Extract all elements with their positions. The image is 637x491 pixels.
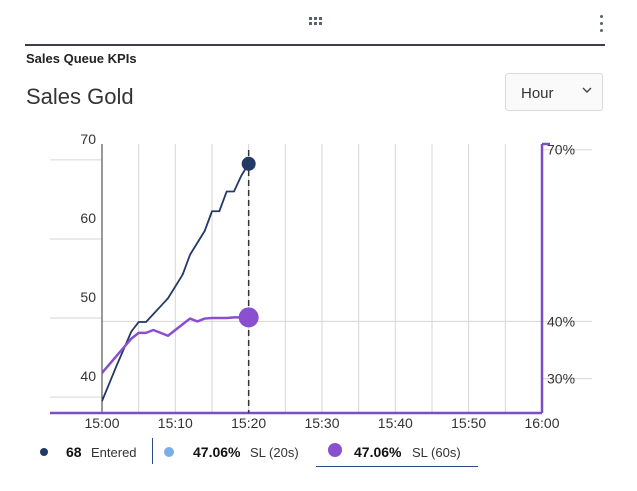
legend-dot <box>40 448 48 456</box>
header-divider <box>25 44 605 46</box>
legend-dot <box>164 447 174 457</box>
legend-divider <box>152 438 153 464</box>
widget-title: Sales Queue KPIs <box>26 51 137 66</box>
x-tick-label: 15:30 <box>304 415 339 431</box>
series-end-point-sl60 <box>238 307 259 328</box>
legend-label: SL (20s) <box>250 445 299 460</box>
y-right-tick-label: 70% <box>547 142 575 158</box>
series-end-point-entered <box>241 156 256 171</box>
y-left-tick-label: 60 <box>80 210 96 226</box>
y-left-tick-label: 70 <box>80 131 96 147</box>
legend-value: 68 <box>66 444 82 460</box>
y-right-tick-label: 30% <box>547 371 575 387</box>
legend-value: 47.06% <box>193 444 241 460</box>
drag-handle-icon[interactable] <box>309 17 322 26</box>
kpi-chart: 40 50 60 70 30% 40% 70% 15:00 15:10 15:20 15:30 15:… <box>0 130 637 440</box>
y-right-tick-label: 40% <box>547 313 575 329</box>
x-tick-label: 15:50 <box>451 415 486 431</box>
legend-item-entered[interactable]: 68 Entered <box>38 438 150 466</box>
widget-header <box>0 0 637 44</box>
queue-name: Sales Gold <box>26 84 134 109</box>
legend-label: SL (60s) <box>412 445 461 460</box>
chevron-down-icon <box>582 87 592 93</box>
chart-legend: 68 Entered 47.06% SL (20s) 47.06% SL (60… <box>0 438 637 468</box>
x-tick-label: 15:10 <box>158 415 193 431</box>
legend-value: 47.06% <box>354 444 402 460</box>
x-tick-label: 15:20 <box>231 415 266 431</box>
y-left-tick-label: 50 <box>80 289 96 305</box>
legend-dot <box>328 443 342 457</box>
chart-svg: 40 50 60 70 30% 40% 70% 15:00 15:10 15:20 15:30 15:… <box>50 131 592 431</box>
more-vertical-icon[interactable] <box>599 15 605 33</box>
x-tick-label: 16:00 <box>524 415 559 431</box>
interval-select[interactable]: Hour <box>505 73 603 111</box>
legend-label: Entered <box>91 445 137 460</box>
y-left-tick-label: 40 <box>80 368 96 384</box>
x-tick-label: 15:00 <box>84 415 119 431</box>
interval-select-value: Hour <box>521 85 554 102</box>
legend-item-sl20[interactable]: 47.06% SL (20s) <box>164 438 314 466</box>
legend-item-sl60[interactable]: 47.06% SL (60s) <box>316 438 478 467</box>
x-tick-label: 15:40 <box>378 415 413 431</box>
